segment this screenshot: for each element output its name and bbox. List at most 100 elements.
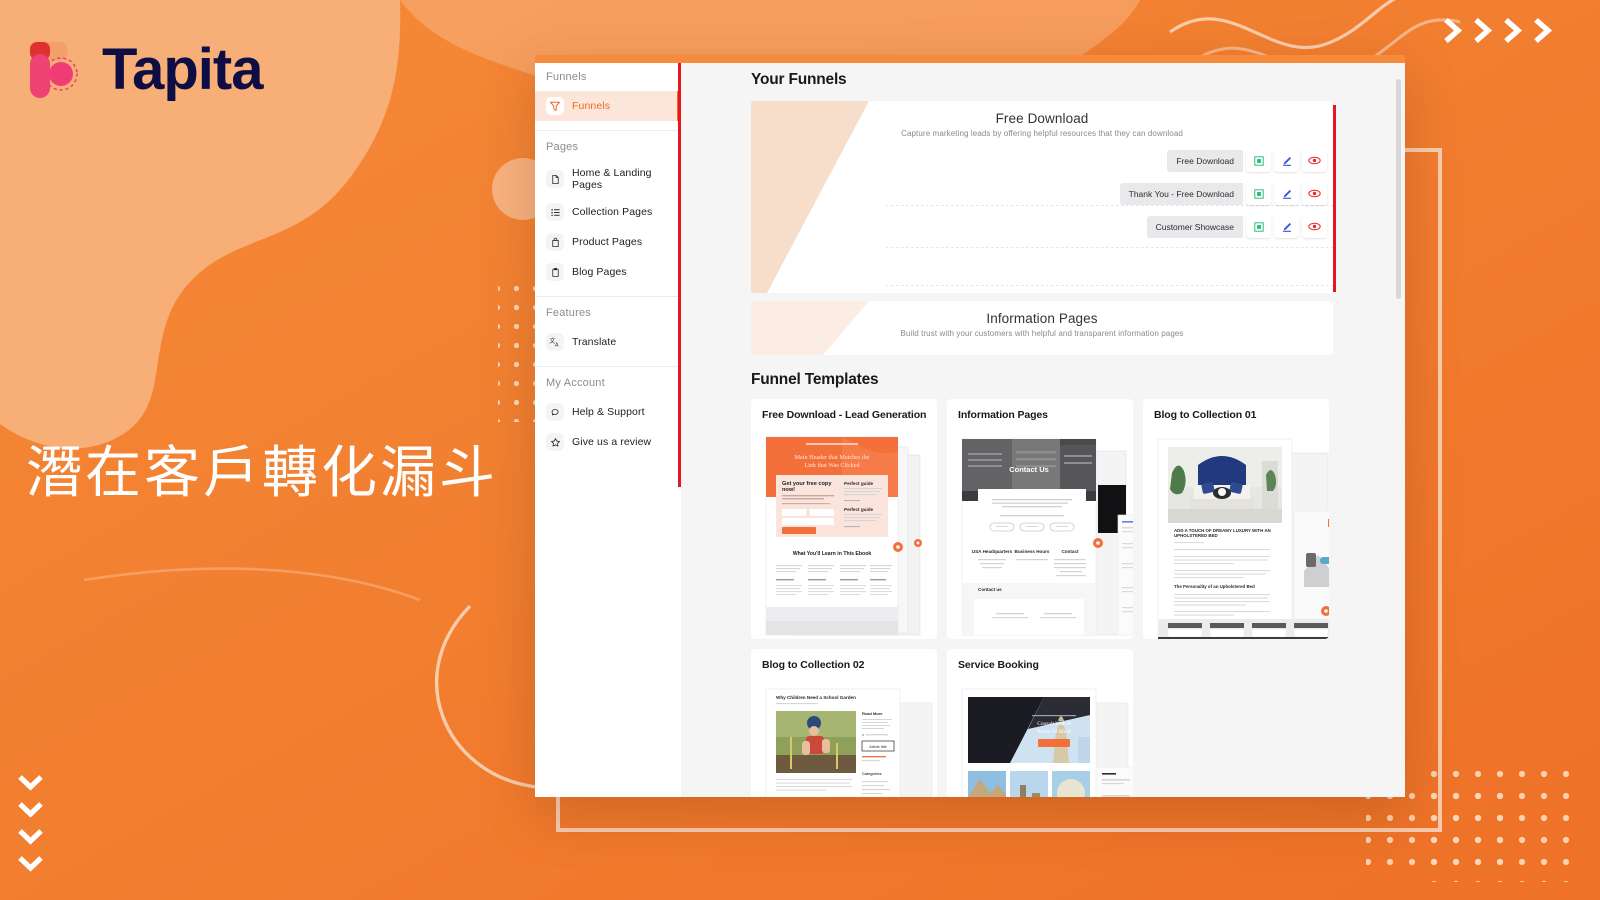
sidebar: Funnels Funnels Pages Home & Landing Pag…	[535, 55, 681, 797]
svg-text:Perfect guide: Perfect guide	[844, 481, 874, 486]
list-icon	[546, 203, 564, 221]
sidebar-item-label: Product Pages	[572, 236, 643, 248]
chevron-right-icon	[1444, 18, 1462, 43]
app-topbar	[535, 55, 1405, 63]
information-pages-thumb: Contact Us USA Headquarters Business Hou…	[961, 438, 1133, 636]
sidebar-heading-pages: Pages	[546, 141, 579, 153]
chevron-down-icon	[18, 802, 43, 818]
sidebar-item-product-pages[interactable]: Product Pages	[535, 227, 681, 257]
funnel-title: Information Pages	[986, 311, 1098, 326]
page-title-your-funnels: Your Funnels	[751, 71, 847, 88]
funnel-page-label: Thank You - Free Download	[1119, 182, 1243, 205]
page-title-funnel-templates: Funnel Templates	[751, 371, 879, 388]
edit-pen-icon[interactable]	[1274, 215, 1299, 238]
sidebar-item-collection-pages[interactable]: Collection Pages	[535, 197, 681, 227]
funnel-title: Free Download	[995, 111, 1089, 126]
duplicate-icon[interactable]	[1246, 149, 1271, 172]
scrollbar-thumb[interactable]	[1396, 79, 1401, 299]
funnel-page-label: Customer Showcase	[1146, 215, 1243, 238]
template-card-information-pages[interactable]: Information Pages Contact Us USA Headqua…	[947, 399, 1133, 639]
brand-name: Tapita	[102, 37, 263, 102]
sidebar-item-label: Collection Pages	[572, 206, 653, 218]
sidebar-heading-funnels: Funnels	[546, 71, 587, 83]
svg-text:Link that Was Clicked: Link that Was Clicked	[804, 462, 860, 469]
clipboard-icon	[546, 263, 564, 281]
preview-eye-icon[interactable]	[1302, 182, 1327, 205]
chevron-down-icon	[18, 856, 43, 872]
template-card-service-booking[interactable]: Service Booking Consult With A Peace Of …	[947, 649, 1133, 797]
sidebar-section-funnels: Funnels Funnels	[535, 63, 681, 121]
sidebar-section-features: Features 文A Translate	[535, 299, 681, 357]
sidebar-divider	[535, 130, 681, 131]
svg-text:What You'll Learn in This Eboo: What You'll Learn in This Ebook	[793, 551, 872, 557]
svg-text:The Personality of an Upholste: The Personality of an Upholstered Bed	[1174, 584, 1255, 589]
funnel-header: Information Pages Build trust with your …	[751, 301, 1333, 338]
funnel-page-row[interactable]: Thank You - Free Download	[1119, 182, 1327, 205]
template-title: Information Pages	[958, 409, 1048, 421]
sidebar-item-translate[interactable]: 文A Translate	[535, 327, 681, 357]
edit-pen-icon[interactable]	[1274, 182, 1299, 205]
duplicate-icon[interactable]	[1246, 182, 1271, 205]
sidebar-item-home-landing-pages[interactable]: Home & Landing Pages	[535, 161, 681, 197]
sidebar-item-label: Help & Support	[572, 406, 645, 418]
sidebar-item-label: Translate	[572, 336, 617, 348]
svg-text:Why Children Need a School Gar: Why Children Need a School Garden	[776, 695, 856, 700]
translate-icon: 文A	[546, 333, 564, 351]
svg-text:Categories: Categories	[862, 772, 882, 776]
sidebar-item-label: Blog Pages	[572, 266, 627, 278]
chevron-down-icon	[18, 829, 43, 845]
svg-text:Consult With A: Consult With A	[1037, 721, 1071, 727]
chevron-right-icon	[1474, 18, 1492, 43]
sidebar-heading-features: Features	[546, 307, 592, 319]
svg-text:Contact: Contact	[1061, 549, 1079, 554]
sidebar-divider	[535, 296, 681, 297]
sidebar-highlight-line	[678, 55, 681, 487]
svg-text:now!: now!	[782, 487, 795, 493]
svg-text:Perfect guide: Perfect guide	[844, 507, 874, 512]
blog-collection-01-thumb: ADD A TOUCH OF DREAMY LUXURY WITH AN UPH…	[1157, 438, 1329, 639]
sidebar-item-funnels[interactable]: Funnels	[535, 91, 681, 121]
sidebar-section-my-account: My Account Help & Support Give us a revi…	[535, 369, 681, 457]
svg-text:Contact Us: Contact Us	[1009, 465, 1049, 474]
funnel-header: Free Download Capture marketing leads by…	[751, 101, 1333, 138]
scrollbar-track[interactable]	[1396, 65, 1403, 787]
funnel-card-information-pages[interactable]: Information Pages Build trust with your …	[751, 301, 1333, 355]
template-card-free-download-lead-generation[interactable]: Free Download - Lead Generation Main Hea…	[751, 399, 937, 639]
template-card-blog-to-collection-02[interactable]: Blog to Collection 02 Why Children Need …	[751, 649, 937, 797]
tapita-logo-svg	[30, 42, 78, 98]
edit-pen-icon[interactable]	[1274, 149, 1299, 172]
preview-eye-icon[interactable]	[1302, 215, 1327, 238]
duplicate-icon[interactable]	[1246, 215, 1271, 238]
sidebar-divider	[535, 366, 681, 367]
star-icon	[546, 433, 564, 451]
sidebar-section-pages: Pages Home & Landing Pages Collection Pa…	[535, 133, 681, 287]
sidebar-item-label: Funnels	[572, 100, 611, 112]
funnel-page-label: Free Download	[1167, 149, 1243, 172]
tapita-logo-icon	[26, 38, 86, 102]
funnel-description: Build trust with your customers with hel…	[900, 329, 1184, 338]
sidebar-item-blog-pages[interactable]: Blog Pages	[535, 257, 681, 287]
preview-eye-icon[interactable]	[1302, 149, 1327, 172]
sidebar-item-give-us-a-review[interactable]: Give us a review	[535, 427, 681, 457]
sidebar-heading-my-account: My Account	[546, 377, 605, 389]
funnel-page-row[interactable]: Customer Showcase	[1120, 215, 1327, 238]
svg-text:Peace Of Mind: Peace Of Mind	[1038, 728, 1071, 735]
sidebar-item-help-support[interactable]: Help & Support	[535, 397, 681, 427]
chevron-right-icon	[1504, 18, 1522, 43]
funnel-page-rows: Free Download Thank You - Free Download	[1119, 149, 1327, 248]
sidebar-item-label: Give us a review	[572, 436, 652, 448]
lead-generation-thumb: Main Header that Matches the Link that W…	[765, 436, 922, 636]
shopping-bag-icon	[546, 233, 564, 251]
template-title: Blog to Collection 02	[762, 659, 865, 671]
chevron-down-icon	[18, 775, 43, 791]
funnel-page-row[interactable]: Free Download	[1120, 149, 1327, 172]
template-card-blog-to-collection-01[interactable]: Blog to Collection 01 ADD A TOUCH OF DRE…	[1143, 399, 1329, 639]
app-window: Funnels Funnels Pages Home & Landing Pag…	[535, 55, 1405, 797]
page-headline: 潛在客戶轉化漏斗	[26, 441, 498, 506]
chevron-right-group	[1443, 18, 1552, 43]
service-booking-thumb: Consult With A Peace Of Mind	[961, 688, 1133, 797]
funnel-card-free-download[interactable]: Free Download Capture marketing leads by…	[751, 101, 1333, 293]
svg-text:A: A	[555, 343, 559, 349]
blog-collection-02-thumb: Why Children Need a School Garden Read M…	[765, 688, 933, 797]
chat-bubble-icon	[546, 403, 564, 421]
